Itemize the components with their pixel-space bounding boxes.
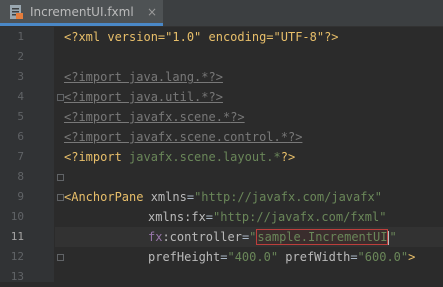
fxml-file-icon <box>8 4 24 20</box>
import-keyword: <?import <box>64 90 130 104</box>
line-number: 7 <box>17 150 24 163</box>
import-keyword: <?import <box>64 130 130 144</box>
equals: = <box>186 190 195 204</box>
import-end: ?> <box>208 90 223 104</box>
line-number: 1 <box>17 30 24 43</box>
line-number: 6 <box>17 130 24 143</box>
line-number-current: 11 <box>10 230 24 243</box>
fold-marker-icon[interactable] <box>57 194 64 201</box>
import-end: ?> <box>230 110 245 124</box>
import-keyword: <?import <box>64 70 130 84</box>
xml-declaration: <?xml version="1.0" encoding="UTF-8"?> <box>64 30 339 44</box>
attr-value: "600.0" <box>357 250 409 264</box>
code-area[interactable]: <?xml version="1.0" encoding="UTF-8"?> <… <box>64 27 443 282</box>
line-number: 2 <box>17 50 24 63</box>
code-line-5: <?import javafx.scene.*?> <box>64 107 245 127</box>
line-number: 3 <box>17 70 24 83</box>
tag-open: <AnchorPane <box>64 190 144 204</box>
fold-marker-icon[interactable] <box>57 254 64 261</box>
line-number: 9 <box>17 190 24 203</box>
namespace-prefix: fx <box>148 230 163 244</box>
attr-value: "http://javafx.com/javafx" <box>194 190 382 204</box>
import-end: ?> <box>280 150 296 164</box>
attr-value: "http://javafx.com/fxml" <box>213 210 387 224</box>
import-package: javafx.scene.layout.* <box>129 150 281 164</box>
fold-marker-icon[interactable] <box>57 174 64 181</box>
attr-name: xmlns:fx <box>148 210 206 224</box>
code-line-12: prefHeight="400.0" prefWidth="600.0"> <box>148 247 415 267</box>
code-line-6: <?import javafx.scene.control.*?> <box>64 127 302 147</box>
tab-label: IncrementUI.fxml <box>30 4 134 19</box>
attr-name: xmlns <box>143 190 187 204</box>
line-number: 13 <box>10 270 24 283</box>
attr-value: "400.0" <box>227 250 279 264</box>
attr-name: :controller <box>162 230 242 244</box>
close-icon[interactable]: × <box>147 5 157 19</box>
attr-name: prefHeight <box>148 250 221 264</box>
line-number: 8 <box>17 170 24 183</box>
code-line-10: xmlns:fx="http://javafx.com/fxml" <box>148 207 386 227</box>
line-number: 10 <box>10 210 24 223</box>
attr-name: prefWidth <box>278 250 351 264</box>
code-line-1: <?xml version="1.0" encoding="UTF-8"?> <box>64 27 339 47</box>
code-line-11: fx:controller="sample.IncrementUI " <box>148 227 397 247</box>
code-editor[interactable]: 1 2 3 4 5 6 7 8 9 10 11 12 13 <?xml vers… <box>0 27 443 283</box>
import-package: javafx.scene.* <box>129 110 231 124</box>
line-number: 5 <box>17 110 24 123</box>
line-number: 12 <box>10 250 24 263</box>
equals: = <box>350 250 358 264</box>
import-package: javafx.scene.control.* <box>129 130 288 144</box>
code-line-3: <?import java.lang.*?> <box>64 67 223 87</box>
import-package: java.util.* <box>129 90 209 104</box>
equals: = <box>205 210 214 224</box>
code-line-4: <?import java.util.*?> <box>64 87 223 107</box>
import-package: java.lang.* <box>129 70 209 84</box>
import-keyword: <?import <box>64 110 130 124</box>
code-line-7: <?import javafx.scene.layout.*?> <box>64 147 295 167</box>
quote: " <box>389 230 397 244</box>
tab-incrementui-fxml[interactable]: IncrementUI.fxml × <box>0 0 163 26</box>
import-end: ?> <box>208 70 223 84</box>
tag-end: > <box>408 250 416 264</box>
fold-marker-icon[interactable] <box>57 94 64 101</box>
import-keyword: <?import <box>64 150 130 164</box>
import-end: ?> <box>287 130 303 144</box>
code-line-9: <AnchorPane xmlns="http://javafx.com/jav… <box>64 187 382 207</box>
editor-tab-bar: IncrementUI.fxml × <box>0 0 443 27</box>
line-number: 4 <box>17 90 24 103</box>
unresolved-controller-error[interactable]: sample.IncrementUI <box>256 229 389 245</box>
